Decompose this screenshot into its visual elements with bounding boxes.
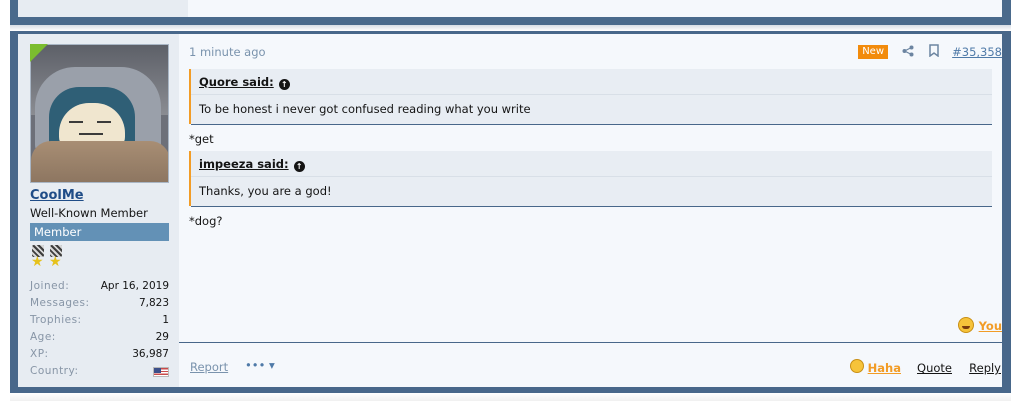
stat-xp: XP: 36,987	[30, 348, 169, 365]
more-options-button[interactable]: ••• ▾	[245, 358, 275, 372]
online-indicator-icon	[30, 44, 48, 62]
post-bottom-shadow	[10, 393, 1011, 401]
report-link[interactable]: Report	[190, 360, 228, 374]
stat-label: Country:	[30, 365, 79, 377]
stat-messages: Messages: 7,823	[30, 297, 169, 314]
stat-value: 29	[155, 331, 169, 343]
post-user-column: CoolMe Well-Known Member Member ★ ★ Join…	[18, 34, 179, 387]
trophy-icon[interactable]: ★	[30, 245, 46, 269]
stat-label: Joined:	[30, 280, 70, 292]
avatar-blanket	[31, 141, 168, 182]
forum-post: CoolMe Well-Known Member Member ★ ★ Join…	[10, 31, 1011, 393]
quote-author[interactable]: Quore said:	[199, 75, 274, 89]
trophy-icon[interactable]: ★	[48, 245, 64, 269]
us-flag-icon	[153, 367, 169, 377]
user-avatar[interactable]	[30, 44, 169, 183]
quote-button[interactable]: Quote	[917, 361, 952, 375]
stat-label: Age:	[30, 331, 56, 343]
snorlax-mouth	[79, 133, 103, 135]
user-title: Well-Known Member	[30, 206, 148, 220]
stat-value: Apr 16, 2019	[100, 280, 169, 292]
quote-author[interactable]: impeeza said:	[199, 157, 289, 171]
user-trophies: ★ ★	[30, 245, 70, 269]
quote-divider	[191, 124, 992, 125]
previous-post-bottom	[10, 0, 1011, 25]
user-stats: Joined: Apr 16, 2019 Messages: 7,823 Tro…	[30, 280, 169, 382]
stat-trophies: Trophies: 1	[30, 314, 169, 331]
new-badge: New	[858, 45, 888, 59]
stat-label: Trophies:	[30, 314, 82, 326]
reaction-users-link[interactable]: You	[979, 319, 1002, 333]
post-footer: Report ••• ▾ Haha Quote Reply	[179, 342, 1002, 387]
quote-text: To be honest i never got confused readin…	[191, 95, 992, 123]
arrow-up-icon[interactable]: ↑	[293, 161, 305, 172]
quote-header[interactable]: impeeza said: ↑	[191, 151, 992, 177]
quote-block: Quore said: ↑ To be honest i never got co…	[189, 69, 992, 125]
reply-button[interactable]: Reply	[969, 361, 1001, 375]
stat-value[interactable]: 7,823	[139, 297, 169, 309]
share-icon[interactable]	[902, 45, 914, 57]
snorlax-right-eye	[97, 121, 111, 123]
quote-text: Thanks, you are a god!	[191, 177, 992, 205]
post-body-column: 1 minute ago New #35,358 Quore said: ↑ T…	[179, 34, 1002, 387]
quote-header[interactable]: Quore said: ↑	[191, 69, 992, 95]
stat-label: XP:	[30, 348, 49, 360]
stat-value[interactable]: 1	[162, 314, 169, 326]
haha-reaction-button[interactable]: Haha	[868, 361, 901, 375]
user-banner: Member	[30, 223, 169, 241]
previous-post-user-column	[18, 0, 188, 17]
reply-text: *get	[189, 132, 214, 146]
snorlax-left-eye	[69, 121, 83, 123]
forum-page: CoolMe Well-Known Member Member ★ ★ Join…	[0, 0, 1021, 401]
laughing-emoji-icon	[850, 359, 864, 373]
quote-block: impeeza said: ↑ Thanks, you are a god!	[189, 151, 992, 207]
reply-text: *dog?	[189, 214, 223, 228]
stat-age: Age: 29	[30, 331, 169, 348]
stat-joined: Joined: Apr 16, 2019	[30, 280, 169, 297]
username-link[interactable]: CoolMe	[30, 188, 84, 203]
stat-value: 36,987	[132, 348, 169, 360]
more-options-label: •••	[245, 358, 266, 372]
post-number-link[interactable]: #35,358	[952, 45, 1002, 59]
stat-country: Country:	[30, 365, 169, 382]
stat-label: Messages:	[30, 297, 90, 309]
laughing-emoji-icon	[958, 317, 974, 333]
quote-divider	[191, 206, 992, 207]
bookmark-icon[interactable]	[929, 44, 939, 57]
chevron-down-icon: ▾	[269, 358, 275, 372]
post-timestamp[interactable]: 1 minute ago	[189, 45, 266, 59]
arrow-up-icon[interactable]: ↑	[278, 79, 290, 90]
previous-post-body	[188, 0, 1002, 17]
